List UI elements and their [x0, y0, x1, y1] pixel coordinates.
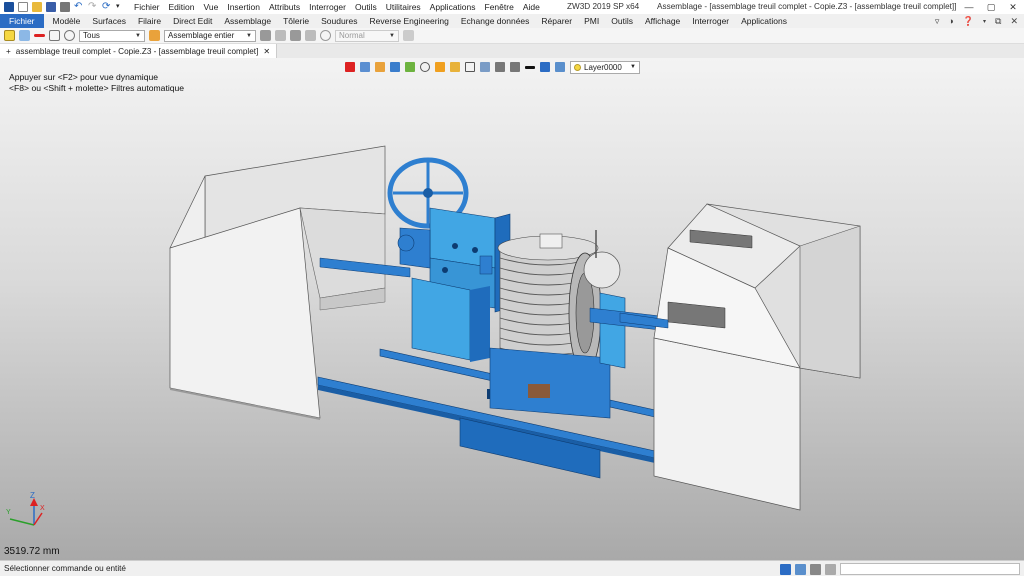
status-bar: Sélectionner commande ou entité [0, 560, 1024, 576]
highlight-icon[interactable] [290, 30, 301, 41]
app-logo-icon[interactable] [4, 2, 14, 12]
help-dropdown-icon[interactable]: ▾ [983, 18, 986, 25]
tab-modele[interactable]: Modèle [53, 16, 81, 26]
tab-reverse-engineering[interactable]: Reverse Engineering [369, 16, 448, 26]
toggle-panel-icon[interactable] [780, 563, 791, 575]
ribbon-tabs: Fichier Modèle Surfaces Filaire Direct E… [0, 14, 1024, 28]
style-extra-icon[interactable] [403, 30, 414, 41]
style-value: Normal [339, 31, 365, 40]
3d-viewport[interactable]: Appuyer sur <F2> pour vue dynamique <F8>… [0, 58, 1024, 560]
toggle-grid-icon[interactable] [825, 563, 836, 575]
axis-z-label: Z [30, 491, 35, 500]
toggle-cmd-icon[interactable] [810, 563, 821, 575]
menu-insertion[interactable]: Insertion [227, 2, 260, 12]
status-message: Sélectionner commande ou entité [4, 564, 126, 573]
menu-applications[interactable]: Applications [430, 2, 476, 12]
chevron-down-icon: ▼ [246, 32, 252, 39]
tab-direct-edit[interactable]: Direct Edit [173, 16, 212, 26]
tab-pmi[interactable]: PMI [584, 16, 599, 26]
close-tab-icon[interactable]: ✕ [263, 47, 270, 56]
collapse-ribbon-icon[interactable]: ▿ [935, 16, 940, 27]
redo-icon[interactable]: ↷ [88, 2, 98, 12]
quick-access-toolbar: ↶ ↷ ⟳ ▾ [0, 2, 126, 12]
scale-readout: 3519.72 mm [4, 546, 60, 557]
new-file-icon[interactable] [18, 2, 28, 12]
toggle-output-icon[interactable] [795, 563, 806, 575]
chevron-down-icon: ▼ [389, 32, 395, 39]
ban-icon[interactable] [320, 30, 331, 41]
style-combo[interactable]: Normal ▼ [335, 29, 399, 42]
window-title: ZW3D 2019 SP x64 Assemblage - [assemblag… [567, 2, 956, 11]
axis-triad: Z X Y [6, 491, 45, 526]
new-tab-icon[interactable]: + [6, 47, 11, 56]
tab-echange-donnees[interactable]: Echange données [461, 16, 530, 26]
assembly-model[interactable]: Z X Y [0, 58, 1024, 560]
arrow-icon[interactable] [19, 30, 30, 41]
document-tab[interactable]: + assemblage treuil complet - Copie.Z3 -… [0, 44, 278, 58]
minus-icon[interactable] [34, 34, 45, 37]
menu-interroger[interactable]: Interroger [309, 2, 346, 12]
axis-x-label: X [40, 505, 45, 512]
menu-edition[interactable]: Edition [169, 2, 195, 12]
pick-icon[interactable] [4, 30, 15, 41]
tab-surfaces[interactable]: Surfaces [92, 16, 126, 26]
axis-y-label: Y [6, 509, 11, 516]
menu-utilitaires[interactable]: Utilitaires [386, 2, 421, 12]
filter-combo[interactable]: Tous ▼ [79, 29, 145, 42]
title-bar: ↶ ↷ ⟳ ▾ Fichier Edition Vue Insertion At… [0, 0, 1024, 14]
menu-aide[interactable]: Aide [523, 2, 540, 12]
menu-fichier[interactable]: Fichier [134, 2, 160, 12]
maximize-icon[interactable]: ▢ [980, 0, 1002, 14]
tab-tolerie[interactable]: Tôlerie [283, 16, 309, 26]
app-title: ZW3D 2019 SP x64 [567, 2, 640, 11]
tab-outils[interactable]: Outils [611, 16, 633, 26]
filter-options-icon[interactable] [275, 30, 286, 41]
tab-interroger[interactable]: Interroger [692, 16, 729, 26]
tab-filaire[interactable]: Filaire [138, 16, 161, 26]
tab-fichier[interactable]: Fichier [0, 14, 44, 28]
tab-soudures[interactable]: Soudures [321, 16, 357, 26]
save-icon[interactable] [46, 2, 56, 12]
scope-combo[interactable]: Assemblage entier ▼ [164, 29, 256, 42]
minimize-icon[interactable]: — [958, 0, 980, 14]
gearbox[interactable] [397, 207, 511, 362]
tab-assemblage[interactable]: Assemblage [224, 16, 271, 26]
menu-vue[interactable]: Vue [204, 2, 219, 12]
open-folder-icon[interactable] [32, 2, 42, 12]
regen-icon[interactable]: ⟳ [102, 2, 112, 12]
undo-icon[interactable]: ↶ [74, 2, 84, 12]
tab-applications[interactable]: Applications [741, 16, 787, 26]
menu-fenetre[interactable]: Fenêtre [485, 2, 514, 12]
style-icon[interactable]: ◑ [948, 16, 953, 26]
chevron-down-icon: ▼ [135, 32, 141, 39]
display-icon[interactable] [305, 30, 316, 41]
document-tabs: + assemblage treuil complet - Copie.Z3 -… [0, 44, 1024, 58]
menu-attributs[interactable]: Attributs [269, 2, 300, 12]
print-icon[interactable] [60, 2, 70, 12]
help-icon[interactable]: ❓ [963, 16, 974, 27]
left-cover[interactable] [169, 145, 411, 420]
command-input[interactable] [840, 563, 1020, 575]
menu-bar: Fichier Edition Vue Insertion Attributs … [134, 2, 540, 12]
right-cover[interactable] [619, 203, 861, 511]
document-tab-label: assemblage treuil complet - Copie.Z3 - [… [15, 46, 259, 56]
close-icon[interactable]: ✕ [1002, 0, 1024, 14]
filter-toggle-icon[interactable] [260, 30, 271, 41]
circle-select-icon[interactable] [64, 30, 75, 41]
filter-value: Tous [83, 31, 100, 40]
assembly-icon [149, 30, 160, 41]
window-controls: — ▢ ✕ [958, 0, 1024, 14]
scope-value: Assemblage entier [168, 31, 235, 40]
window-restore-icon[interactable]: ⧉ [995, 16, 1001, 27]
document-title: Assemblage - [assemblage treuil complet … [657, 2, 957, 11]
menu-outils[interactable]: Outils [355, 2, 377, 12]
tab-reparer[interactable]: Réparer [541, 16, 572, 26]
box-select-icon[interactable] [49, 30, 60, 41]
selection-toolbar: Tous ▼ Assemblage entier ▼ Normal ▼ [0, 28, 1024, 44]
tab-affichage[interactable]: Affichage [645, 16, 680, 26]
customize-dropdown-icon[interactable]: ▾ [116, 2, 126, 12]
document-close-icon[interactable]: ✕ [1010, 16, 1018, 27]
